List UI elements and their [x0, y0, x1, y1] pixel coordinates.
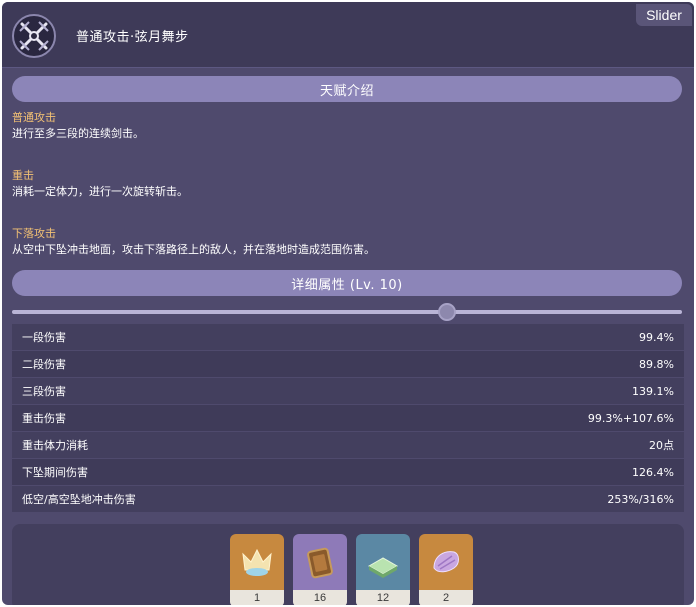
- desc-plunging-attack: 下落攻击 从空中下坠冲击地面，攻击下落路径上的敌人，并在落地时造成范围伤害。: [12, 226, 682, 258]
- stat-value: 253%/316%: [607, 492, 674, 506]
- material-item[interactable]: 16: [293, 534, 347, 605]
- material-count: 1: [230, 590, 284, 605]
- stat-value: 89.8%: [639, 357, 674, 371]
- desc-charged-attack: 重击 消耗一定体力，进行一次旋转斩击。: [12, 168, 682, 200]
- scroll-book-icon: [293, 534, 347, 590]
- desc-title: 下落攻击: [12, 227, 56, 240]
- detail-section-bar: 详细属性 (Lv. 10): [12, 270, 682, 296]
- stat-label: 三段伤害: [22, 385, 66, 398]
- crossed-swords-icon: [12, 14, 56, 58]
- desc-title: 普通攻击: [12, 111, 56, 124]
- desc-title: 重击: [12, 169, 34, 182]
- desc-text: 从空中下坠冲击地面，攻击下落路径上的敌人，并在落地时造成范围伤害。: [12, 243, 375, 256]
- desc-text: 消耗一定体力，进行一次旋转斩击。: [12, 185, 188, 198]
- table-row: 一段伤害 99.4%: [12, 324, 684, 351]
- materials-area: 1 16 12 2: [12, 524, 684, 605]
- table-row: 重击伤害 99.3%+107.6%: [12, 405, 684, 432]
- green-book-icon: [356, 534, 410, 590]
- table-row: 重击体力消耗 20点: [12, 432, 684, 459]
- purple-shell-icon: [419, 534, 473, 590]
- material-count: 16: [293, 590, 347, 605]
- stat-label: 重击伤害: [22, 412, 66, 425]
- header: 普通攻击·弦月舞步 Slider: [2, 2, 694, 68]
- intro-section-bar: 天赋介绍: [12, 76, 682, 102]
- material-item[interactable]: 2: [419, 534, 473, 605]
- table-row: 三段伤害 139.1%: [12, 378, 684, 405]
- slider-tag[interactable]: Slider: [636, 4, 692, 26]
- material-count: 2: [419, 590, 473, 605]
- material-item[interactable]: 1: [230, 534, 284, 605]
- stat-label: 下坠期间伤害: [22, 466, 88, 479]
- table-row: 二段伤害 89.8%: [12, 351, 684, 378]
- stat-value: 126.4%: [632, 465, 674, 479]
- stat-label: 一段伤害: [22, 331, 66, 344]
- page-title: 普通攻击·弦月舞步: [76, 30, 189, 45]
- stat-label: 二段伤害: [22, 358, 66, 371]
- table-row: 低空/高空坠地冲击伤害 253%/316%: [12, 486, 684, 513]
- desc-normal-attack: 普通攻击 进行至多三段的连续剑击。: [12, 110, 682, 142]
- stat-label: 重击体力消耗: [22, 439, 88, 452]
- stat-value: 99.4%: [639, 330, 674, 344]
- talent-panel: 普通攻击·弦月舞步 Slider 天赋介绍 普通攻击 进行至多三段的连续剑击。 …: [2, 2, 694, 605]
- level-slider-knob[interactable]: [438, 303, 456, 321]
- material-item[interactable]: 12: [356, 534, 410, 605]
- stat-value: 99.3%+107.6%: [587, 411, 674, 425]
- table-row: 下坠期间伤害 126.4%: [12, 459, 684, 486]
- stats-table: 一段伤害 99.4% 二段伤害 89.8% 三段伤害 139.1% 重击伤害 9…: [12, 324, 684, 513]
- stat-label: 低空/高空坠地冲击伤害: [22, 493, 136, 506]
- stat-value: 139.1%: [632, 384, 674, 398]
- crown-icon: [230, 534, 284, 590]
- level-slider-track[interactable]: [12, 310, 682, 314]
- desc-text: 进行至多三段的连续剑击。: [12, 127, 144, 140]
- stat-value: 20点: [649, 439, 674, 452]
- material-count: 12: [356, 590, 410, 605]
